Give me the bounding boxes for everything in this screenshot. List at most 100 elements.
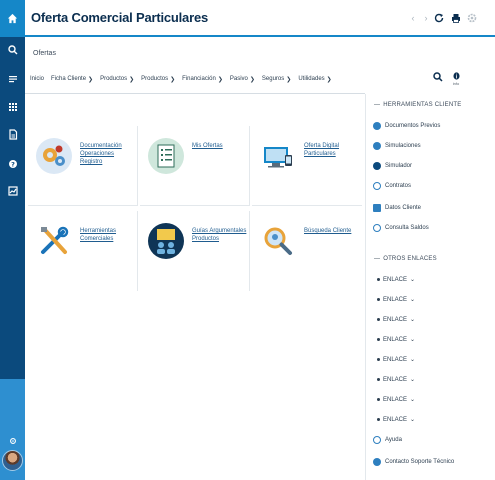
- header-settings-button[interactable]: [466, 12, 478, 24]
- rail-chart-button[interactable]: [5, 183, 20, 198]
- tile-label[interactable]: Búsqueda Cliente: [304, 227, 360, 235]
- tile-herramientas[interactable]: Herramientas Comerciales: [28, 211, 138, 291]
- rail-apps-button[interactable]: [5, 99, 20, 114]
- tab-productos-2[interactable]: Productos ❯: [141, 76, 175, 83]
- link-consulta-saldos[interactable]: Consulta Saldos: [373, 224, 429, 232]
- grid-icon: [8, 102, 17, 111]
- tile-documentacion[interactable]: Documentación Operaciones Registro: [28, 126, 138, 206]
- link-label: ENLACE: [383, 276, 408, 283]
- bullet-icon: [377, 358, 380, 361]
- info-button[interactable]: info: [450, 72, 462, 86]
- headset-icon: [373, 458, 381, 466]
- rail-list-button[interactable]: [5, 71, 20, 86]
- link-label: Ayuda: [385, 437, 402, 443]
- tab-label: Pasivo: [229, 76, 248, 82]
- section-title: HERRAMIENTAS CLIENTE: [383, 102, 462, 108]
- tile-mis-ofertas[interactable]: Mis Ofertas: [140, 126, 250, 206]
- link-label: Simulaciones: [385, 143, 421, 149]
- link-enlace-1[interactable]: ENLACE ⌄: [377, 276, 415, 283]
- user-avatar[interactable]: [2, 450, 23, 471]
- tile-label[interactable]: Documentación Operaciones Registro: [80, 142, 136, 166]
- main-tabs: Inicio Ficha Cliente ❯ Productos ❯ Product…: [30, 72, 342, 86]
- link-enlace-6[interactable]: ENLACE ⌄: [377, 376, 415, 383]
- chevron-down-icon: ⌄: [410, 277, 416, 283]
- forward-button[interactable]: ›: [420, 12, 432, 24]
- link-enlace-4[interactable]: ENLACE ⌄: [377, 336, 415, 343]
- rail-search-button[interactable]: [5, 42, 20, 57]
- collapse-icon: —: [374, 102, 381, 108]
- rail-settings-button[interactable]: [5, 433, 20, 448]
- tab-financiacion[interactable]: Financiación ❯: [182, 76, 223, 83]
- tile-busqueda[interactable]: Búsqueda Cliente: [252, 211, 362, 291]
- link-label: ENLACE: [383, 376, 408, 383]
- link-documentos-previos[interactable]: Documentos Previos: [373, 122, 440, 130]
- tab-pasivo[interactable]: Pasivo ❯: [230, 76, 255, 83]
- home-button[interactable]: [0, 0, 25, 37]
- link-contratos[interactable]: Contratos: [373, 182, 411, 190]
- pen-icon: [373, 182, 381, 190]
- tab-label: Utilidades: [298, 76, 325, 82]
- back-button[interactable]: ‹: [407, 12, 419, 24]
- link-label: ENLACE: [383, 336, 408, 343]
- link-enlace-5[interactable]: ENLACE ⌄: [377, 356, 415, 363]
- tab-label: Financiación: [182, 76, 216, 82]
- search-icon: [433, 72, 443, 82]
- tab-label: Seguros: [261, 76, 285, 82]
- link-datos-cliente[interactable]: Datos Cliente: [373, 204, 421, 212]
- tile-label[interactable]: Guías Argumentales Productos: [192, 227, 248, 243]
- search-button[interactable]: [432, 72, 444, 86]
- chevron-down-icon: ⌄: [410, 357, 416, 363]
- chevron-down-icon: ❯: [249, 76, 255, 83]
- info-icon: [452, 72, 460, 80]
- bullet-icon: [377, 338, 380, 341]
- refresh-button[interactable]: [433, 12, 445, 24]
- bullet-icon: [377, 278, 380, 281]
- settings-icon: [9, 437, 16, 444]
- chevron-down-icon: ❯: [88, 76, 94, 83]
- bullet-icon: [377, 318, 380, 321]
- tab-productos-1[interactable]: Productos ❯: [100, 76, 134, 83]
- document-icon: [373, 122, 381, 130]
- section-header-herramientas[interactable]: — HERRAMIENTAS CLIENTE: [374, 102, 461, 108]
- link-label: Consulta Saldos: [385, 225, 429, 231]
- person-icon: [373, 224, 381, 232]
- link-simulaciones[interactable]: Simulaciones: [373, 142, 421, 150]
- collapse-icon: —: [374, 256, 381, 262]
- link-enlace-3[interactable]: ENLACE ⌄: [377, 316, 415, 323]
- tile-label[interactable]: Oferta Digital Particulares: [304, 142, 360, 158]
- tools-icon: [36, 223, 72, 259]
- rail-help-button[interactable]: ?: [5, 156, 20, 171]
- section-title: OTROS ENLACES: [383, 256, 437, 262]
- tab-utilidades[interactable]: Utilidades ❯: [298, 76, 331, 83]
- magnifier-icon: [260, 223, 296, 259]
- tabs-divider: [25, 93, 365, 94]
- link-ayuda[interactable]: Ayuda: [373, 436, 402, 444]
- rail-document-button[interactable]: [5, 127, 20, 142]
- tab-label: Productos: [141, 76, 169, 82]
- tile-guias[interactable]: Guías Argumentales Productos: [140, 211, 250, 291]
- link-label: Contacto Soporte Técnico: [385, 459, 455, 465]
- chevron-left-icon: ‹: [411, 13, 415, 23]
- tile-label[interactable]: Mis Ofertas: [192, 142, 248, 150]
- breadcrumb[interactable]: Ofertas: [33, 50, 56, 57]
- tab-seguros[interactable]: Seguros ❯: [262, 76, 291, 83]
- left-rail: ?: [0, 0, 25, 480]
- link-enlace-8[interactable]: ENLACE ⌄: [377, 416, 415, 423]
- tile-oferta-digital[interactable]: Oferta Digital Particulares: [252, 126, 362, 206]
- page-title: Oferta Comercial Particulares: [31, 10, 209, 25]
- gears-icon: [36, 138, 72, 174]
- link-contacto-soporte[interactable]: Contacto Soporte Técnico: [373, 458, 454, 466]
- link-enlace-2[interactable]: ENLACE ⌄: [377, 296, 415, 303]
- tab-ficha-cliente[interactable]: Ficha Cliente ❯: [51, 76, 93, 83]
- info-label: info: [452, 81, 460, 86]
- section-header-otros[interactable]: — OTROS ENLACES: [374, 256, 437, 262]
- link-enlace-7[interactable]: ENLACE ⌄: [377, 396, 415, 403]
- chevron-down-icon: ⌄: [410, 397, 416, 403]
- tile-label[interactable]: Herramientas Comerciales: [80, 227, 136, 243]
- document-icon: [8, 129, 17, 140]
- print-button[interactable]: [450, 12, 462, 24]
- list-icon: [8, 75, 17, 82]
- tab-inicio[interactable]: Inicio: [30, 76, 44, 82]
- people-board-icon: [148, 223, 184, 259]
- link-simulador[interactable]: Simulador: [373, 162, 412, 170]
